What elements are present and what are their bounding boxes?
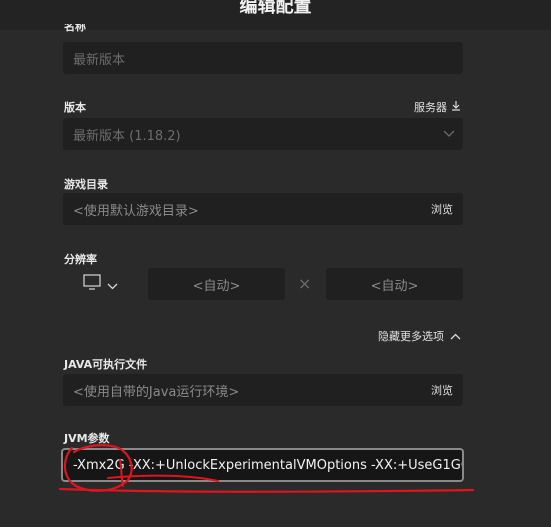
chevron-down-icon [443,118,455,150]
hide-more-options-label: 隐藏更多选项 [378,330,444,343]
java-exec-browse-button[interactable]: 浏览 [431,374,453,406]
jvm-args-value: -Xmx2G -XX:+UnlockExperimentalVMOptions … [73,457,464,473]
monitor-dropdown[interactable] [83,274,123,294]
resolution-label: 分辨率 [64,253,97,266]
chevron-down-icon [107,275,118,294]
jvm-args-label: JVM参数 [64,432,110,445]
version-value: 最新版本 (1.18.2) [73,128,181,144]
java-exec-input[interactable]: <使用自带的Java运行环境> 浏览 [63,374,463,406]
resolution-width-input[interactable]: <自动> [148,268,285,300]
resolution-separator: × [298,274,312,293]
game-dir-input[interactable]: <使用默认游戏目录> 浏览 [63,193,463,225]
server-button[interactable]: 服务器 [414,99,461,115]
monitor-icon [83,274,101,294]
name-input[interactable]: 最新版本 [63,42,463,74]
server-label: 服务器 [414,101,447,114]
game-dir-placeholder: <使用默认游戏目录> [73,203,199,219]
jvm-args-input[interactable]: -Xmx2G -XX:+UnlockExperimentalVMOptions … [61,448,464,482]
dialog-title: 编辑配置 [239,0,312,17]
resolution-height-input[interactable]: <自动> [326,268,463,300]
game-dir-label: 游戏目录 [64,178,108,191]
game-dir-browse-button[interactable]: 浏览 [431,193,453,225]
java-exec-placeholder: <使用自带的Java运行环境> [73,384,240,400]
version-label: 版本 [64,101,86,114]
hide-more-options-button[interactable]: 隐藏更多选项 [378,328,461,344]
name-label: 名称 [64,24,86,33]
chevron-up-icon [450,330,461,343]
name-placeholder: 最新版本 [73,52,126,68]
version-select[interactable]: 最新版本 (1.18.2) [63,118,463,150]
download-arrow-icon [451,100,461,114]
java-exec-label: JAVA可执行文件 [64,358,148,371]
